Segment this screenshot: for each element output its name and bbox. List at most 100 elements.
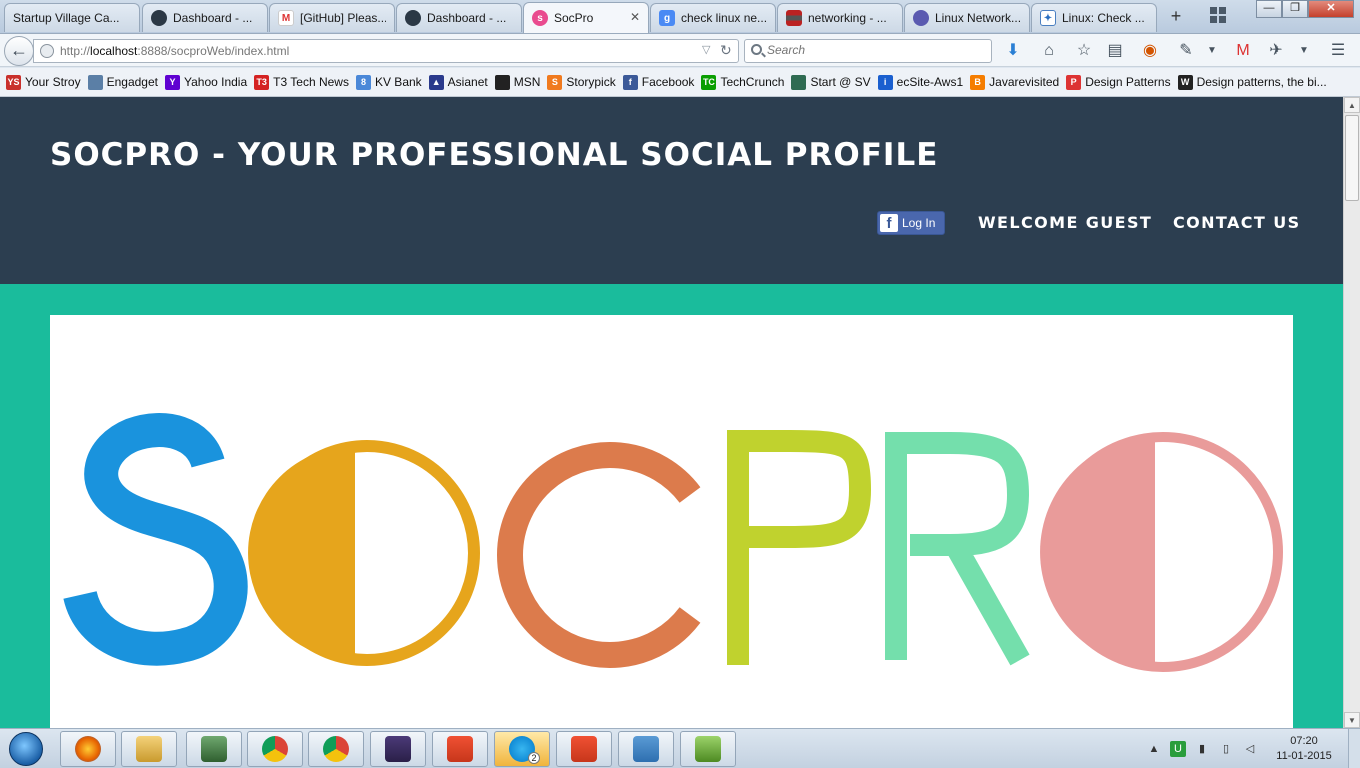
- page-scrollbar[interactable]: ▲ ▼: [1343, 97, 1360, 728]
- home-icon[interactable]: ⌂: [1039, 41, 1059, 61]
- site-header: SOCPRO - YOUR PROFESSIONAL SOCIAL PROFIL…: [0, 97, 1343, 284]
- bookmark-label: MSN: [513, 75, 541, 89]
- bookmark-label: TechCrunch: [720, 75, 785, 89]
- tab-linux-network[interactable]: Linux Network...: [904, 3, 1030, 32]
- msn-icon: [494, 74, 510, 90]
- bookmark-item[interactable]: YS Your Stroy: [6, 74, 81, 90]
- bookmark-item[interactable]: MSN: [494, 74, 541, 90]
- socpro-logo: [63, 413, 1283, 672]
- facebook-icon: f: [622, 74, 638, 90]
- design-patterns-icon: P: [1066, 74, 1082, 90]
- tab-label: Linux Network...: [935, 11, 1021, 25]
- chevron-down-icon[interactable]: ▼: [1202, 41, 1222, 61]
- utorrent-icon[interactable]: U: [1170, 741, 1186, 757]
- tab-dashboard-2[interactable]: Dashboard - ...: [396, 3, 522, 32]
- bookmark-item[interactable]: ▲ Asianet: [428, 74, 488, 90]
- start-button[interactable]: [4, 730, 48, 768]
- t3-icon: T3: [254, 74, 270, 90]
- url-history-dropdown-icon[interactable]: ▽: [702, 43, 710, 56]
- bookmark-item[interactable]: Engadget: [87, 74, 158, 90]
- tab-startup-village[interactable]: Startup Village Ca...: [4, 3, 140, 32]
- socpro-icon: s: [532, 10, 548, 26]
- bookmarks-menu-icon[interactable]: ▤: [1105, 41, 1125, 61]
- browser-tab-strip: Startup Village Ca... Dashboard - ... M …: [0, 0, 1360, 34]
- taskbar-app-button[interactable]: [186, 731, 242, 767]
- logo-letter-o1-fill: [248, 446, 355, 660]
- facebook-login-button[interactable]: f Log In: [877, 211, 945, 235]
- page-viewport: SOCPRO - YOUR PROFESSIONAL SOCIAL PROFIL…: [0, 97, 1343, 728]
- system-clock[interactable]: 07:20 11-01-2015: [1264, 734, 1344, 764]
- blogger-icon: B: [970, 74, 986, 90]
- minimize-button[interactable]: —: [1256, 0, 1282, 18]
- globe-icon: [40, 44, 54, 58]
- firebug-icon[interactable]: ◉: [1140, 41, 1160, 61]
- windows-taskbar: 2 ▲ U ▮ ▯ ◁ 07:20 11-01-2015: [0, 728, 1360, 768]
- tab-check-linux[interactable]: g check linux ne...: [650, 3, 776, 32]
- close-tab-icon[interactable]: ✕: [630, 10, 640, 24]
- eclipse-javaee-icon: [385, 736, 411, 762]
- bookmark-item[interactable]: B Javarevisited: [970, 74, 1059, 90]
- bookmark-item[interactable]: P Design Patterns: [1066, 74, 1171, 90]
- bookmark-item[interactable]: T3 T3 Tech News: [254, 74, 349, 90]
- bookmark-label: Design patterns, the bi...: [1196, 75, 1327, 89]
- taskbar-app-button[interactable]: [680, 731, 736, 767]
- chrome-icon: [323, 736, 349, 762]
- taskbar-app-button[interactable]: [308, 731, 364, 767]
- tab-linux-check[interactable]: ✦ Linux: Check ...: [1031, 3, 1157, 32]
- battery-icon[interactable]: ▯: [1218, 741, 1234, 757]
- bookmark-item[interactable]: Start @ SV: [791, 74, 871, 90]
- scroll-up-arrow-icon[interactable]: ▲: [1344, 97, 1360, 113]
- address-bar[interactable]: http://localhost:8888/socproWeb/index.ht…: [33, 39, 739, 63]
- new-tab-plus-icon[interactable]: +: [1166, 6, 1186, 26]
- network-signal-icon[interactable]: ▮: [1194, 741, 1210, 757]
- bookmark-item[interactable]: Y Yahoo India: [164, 74, 247, 90]
- taskbar-app-button[interactable]: 2: [494, 731, 550, 767]
- tab-dashboard-1[interactable]: Dashboard - ...: [142, 3, 268, 32]
- tab-socpro[interactable]: s SocPro ✕: [523, 2, 649, 33]
- tab-github-email[interactable]: M [GitHub] Pleas...: [269, 3, 395, 32]
- developer-tools-icon[interactable]: ✎: [1176, 41, 1196, 61]
- logo-letter-r: [885, 432, 1030, 666]
- bookmark-item[interactable]: i ecSite-Aws1: [877, 74, 963, 90]
- bookmark-item[interactable]: S Storypick: [547, 74, 616, 90]
- bookmark-item[interactable]: TC TechCrunch: [701, 74, 785, 90]
- show-desktop-button[interactable]: [1348, 729, 1360, 768]
- github-octocat-icon: [151, 10, 167, 26]
- show-hidden-icons-icon[interactable]: ▲: [1146, 741, 1162, 757]
- search-input[interactable]: [767, 43, 977, 57]
- extension-icon[interactable]: ✈: [1266, 41, 1286, 61]
- nav-welcome-guest[interactable]: WELCOME GUEST: [978, 213, 1152, 232]
- search-bar[interactable]: [744, 39, 992, 63]
- back-button[interactable]: ←: [4, 36, 34, 66]
- nav-contact-us[interactable]: CONTACT US: [1173, 213, 1301, 232]
- taskbar-app-button[interactable]: [60, 731, 116, 767]
- tab-groups-icon[interactable]: [1210, 7, 1228, 25]
- hamburger-menu-icon[interactable]: ☰: [1328, 41, 1348, 61]
- bookmark-label: T3 Tech News: [273, 75, 349, 89]
- url-text: http://localhost:8888/socproWeb/index.ht…: [60, 44, 290, 58]
- scroll-down-arrow-icon[interactable]: ▼: [1344, 712, 1360, 728]
- taskbar-app-button[interactable]: [556, 731, 612, 767]
- close-window-button[interactable]: ✕: [1308, 0, 1354, 18]
- taskbar-app-button[interactable]: [121, 731, 177, 767]
- reload-icon[interactable]: ↻: [720, 42, 732, 59]
- logo-letter-c: [497, 442, 701, 668]
- gmail-notifier-icon[interactable]: M: [1233, 41, 1253, 61]
- taskbar-app-button[interactable]: [618, 731, 674, 767]
- bookmark-item[interactable]: f Facebook: [622, 74, 694, 90]
- bookmark-item[interactable]: 8 KV Bank: [355, 74, 422, 90]
- bookmark-star-icon[interactable]: ☆: [1074, 41, 1094, 61]
- taskbar-app-button[interactable]: [370, 731, 426, 767]
- tab-networking[interactable]: networking - ...: [777, 3, 903, 32]
- download-icon[interactable]: ⬇: [1003, 41, 1023, 61]
- taskbar-app-button[interactable]: [247, 731, 303, 767]
- taskbar-app-button[interactable]: [432, 731, 488, 767]
- facebook-login-label: Log In: [902, 216, 936, 230]
- volume-icon[interactable]: ◁: [1242, 741, 1258, 757]
- site-title[interactable]: SOCPRO - YOUR PROFESSIONAL SOCIAL PROFIL…: [50, 137, 938, 173]
- chevron-down-icon[interactable]: ▼: [1294, 41, 1314, 61]
- bookmark-item[interactable]: W Design patterns, the bi...: [1177, 74, 1327, 90]
- restore-button[interactable]: ❐: [1282, 0, 1308, 18]
- scrollbar-thumb[interactable]: [1345, 115, 1359, 201]
- logo-letter-p: [727, 430, 872, 665]
